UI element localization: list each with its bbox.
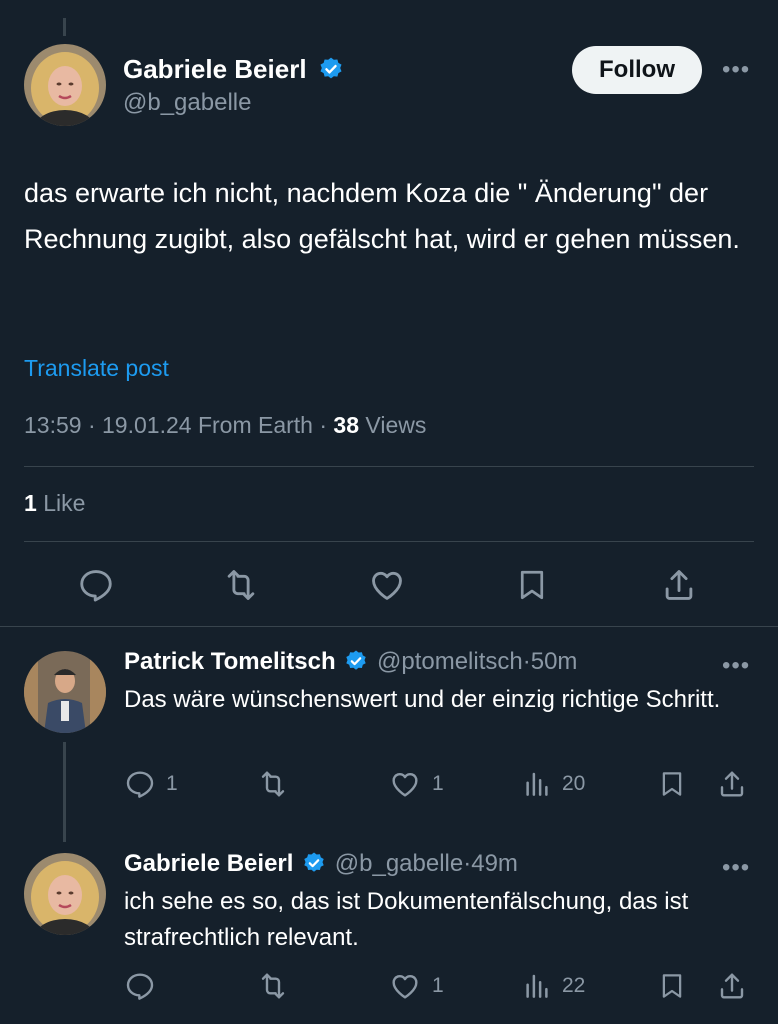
share-icon[interactable] [716,768,748,800]
translate-post-link[interactable]: Translate post [24,355,169,382]
tweet-meta: 13:59 · 19.01.24 From Earth · 38 Views [24,412,426,439]
more-options-icon[interactable]: ••• [722,652,750,680]
like-count: 1 [432,974,444,997]
separator: · [319,412,328,438]
view-count: 20 [562,772,586,795]
more-options-icon[interactable]: ••• [722,56,750,84]
bookmark-icon[interactable] [657,970,687,1002]
reply-header: Gabriele Beierl @b_gabelle·49m [124,850,518,878]
views-icon [526,974,548,998]
reply-header: Patrick Tomelitsch @ptomelitsch·50m [124,648,577,676]
reply-reply-action[interactable] [124,970,166,1002]
repost-icon [261,771,285,797]
like-icon[interactable] [367,566,407,604]
reply-icon [126,771,154,798]
verified-badge-icon [304,852,324,872]
repost-icon [261,973,285,999]
avatar[interactable] [24,853,106,935]
views-count: 38 [333,412,360,438]
reply-author-name[interactable]: Patrick Tomelitsch [124,648,336,675]
author-name[interactable]: Gabriele Beierl [123,54,344,85]
reply-repost-action[interactable] [256,970,290,1002]
verified-badge-icon [346,650,367,670]
thread-line [63,742,66,842]
bookmark-icon[interactable] [657,768,687,800]
reply-author-handle[interactable]: @ptomelitsch [377,648,523,675]
reply-time[interactable]: 49m [471,850,518,877]
reply-count: 1 [166,772,178,795]
author-handle[interactable]: @b_gabelle [123,89,251,117]
reply-repost-action[interactable] [256,768,290,800]
tweet-time[interactable]: 13:59 [24,412,82,438]
likes-count: 1 [24,490,37,516]
like-icon [392,974,418,999]
reply-text: Das wäre wünschenswert und der einzig ri… [124,686,721,713]
verified-badge-icon [320,57,342,79]
thread-line-top [63,18,66,36]
reply-like-action[interactable]: 1 [388,768,444,800]
separator: · [522,648,531,675]
reply-author-name[interactable]: Gabriele Beierl [124,850,293,877]
reply-text: ich sehe es so, das ist Dokumentenfälsch… [124,888,689,951]
views-label: Views [365,412,427,438]
like-icon [392,772,418,797]
share-icon[interactable] [716,970,748,1002]
bookmark-icon[interactable] [514,566,550,604]
separator: · [87,412,96,438]
tweet-date[interactable]: 19.01.24 [102,412,192,438]
divider [24,541,754,542]
reply-author-handle[interactable]: @b_gabelle [335,850,463,877]
tweet-text: das erwarte ich nicht, nachdem Koza die … [24,178,740,254]
views-icon [526,772,548,796]
reply-views-action[interactable]: 20 [522,768,585,800]
likes-summary[interactable]: 1 Like [24,490,85,517]
reply-icon[interactable] [77,566,115,604]
share-icon[interactable] [660,566,698,604]
like-count: 1 [432,772,444,795]
reply-like-action[interactable]: 1 [388,970,444,1002]
follow-button[interactable]: Follow [572,46,702,94]
reply-time[interactable]: 50m [531,648,578,675]
reply-reply-action[interactable]: 1 [124,768,178,800]
likes-label: Like [43,490,86,516]
view-count: 22 [562,974,586,997]
divider [24,466,754,467]
reply-icon [126,973,154,1000]
avatar[interactable] [24,44,106,126]
repost-icon[interactable] [221,566,261,604]
more-options-icon[interactable]: ••• [722,854,750,882]
divider [0,626,778,627]
reply-views-action[interactable]: 22 [522,970,585,1002]
avatar[interactable] [24,651,106,733]
author-name-text: Gabriele Beierl [123,54,307,84]
tweet-source: From Earth [197,412,313,438]
